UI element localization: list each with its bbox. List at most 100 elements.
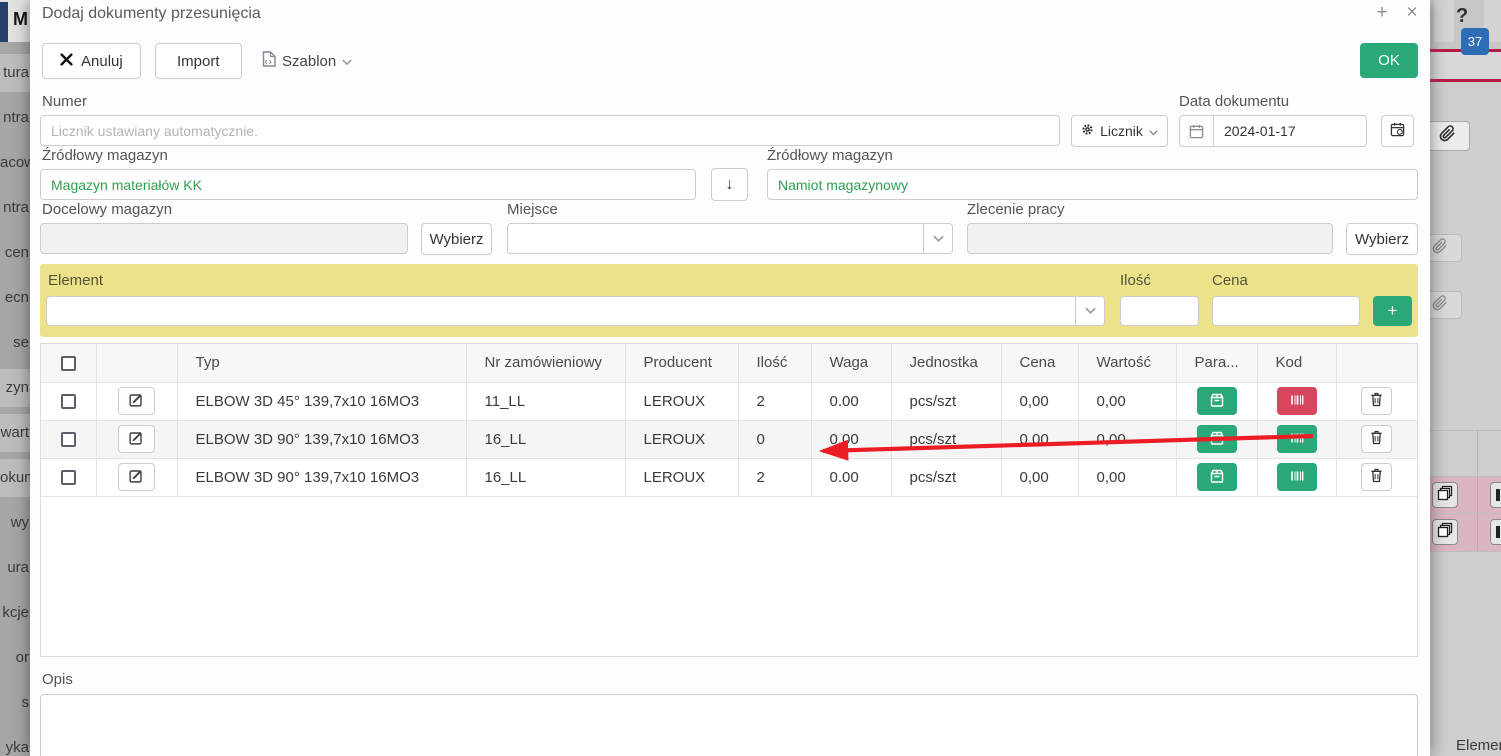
chevron-down-icon — [342, 53, 352, 70]
sidebar-item: yka — [0, 729, 30, 756]
cell-ilosc: 2 — [738, 382, 811, 420]
counter-label: Licznik — [1100, 123, 1143, 139]
arrow-down-icon: ↓ — [726, 176, 734, 194]
source-warehouse-input[interactable] — [40, 169, 696, 200]
row-checkbox[interactable] — [61, 470, 76, 485]
sidebar-item: wart — [0, 414, 30, 452]
cell-producent: LEROUX — [625, 420, 738, 458]
sidebar-item: s — [0, 684, 30, 722]
col-nr-zamowieniowy: Nr zamówieniowy — [466, 344, 625, 382]
notification-badge: 37 — [1461, 28, 1489, 55]
package-icon — [1209, 392, 1225, 411]
delete-row-button[interactable] — [1361, 387, 1392, 415]
document-date-label: Data dokumentu — [1179, 93, 1289, 110]
modal-close-icon[interactable]: × — [1402, 1, 1422, 25]
template-dropdown[interactable]: Szablon — [262, 43, 352, 79]
target-warehouse-label: Docelowy magazyn — [42, 201, 172, 218]
description-label: Opis — [42, 671, 73, 688]
pencil-icon — [129, 430, 144, 448]
edit-row-button[interactable] — [118, 387, 155, 415]
description-textarea[interactable] — [40, 694, 1418, 756]
document-date-input[interactable]: 2024-01-17 — [1179, 115, 1367, 147]
sidebar-item: ntra — [0, 99, 30, 137]
barcode-icon — [1289, 431, 1305, 448]
delete-row-button[interactable] — [1361, 463, 1392, 491]
col-producent: Producent — [625, 344, 738, 382]
cell-waga: 0.00 — [811, 458, 891, 496]
cell-jednostka: pcs/szt — [891, 458, 1001, 496]
code-button[interactable] — [1277, 387, 1317, 415]
sidebar-item: ntra — [0, 189, 30, 227]
select-all-checkbox[interactable] — [61, 356, 76, 371]
sidebar-item: zyn — [0, 369, 30, 407]
choose-work-order-button[interactable]: Wybierz — [1346, 223, 1418, 255]
code-button[interactable] — [1277, 463, 1317, 491]
cell-ilosc: 0 — [738, 420, 811, 458]
row-checkbox[interactable] — [61, 394, 76, 409]
cell-cena: 0,00 — [1001, 458, 1078, 496]
target-warehouse-input[interactable] — [40, 223, 408, 254]
counter-dropdown-button[interactable]: Licznik — [1071, 115, 1168, 147]
work-order-input[interactable] — [967, 223, 1333, 254]
element-select[interactable] — [46, 296, 1105, 326]
col-parametry: Para... — [1176, 344, 1257, 382]
import-button[interactable]: Import — [155, 43, 242, 79]
price-input[interactable] — [1212, 296, 1360, 326]
cancel-button[interactable]: Anuluj — [42, 43, 141, 79]
col-ilosc: Ilość — [738, 344, 811, 382]
choose-target-warehouse-button[interactable]: Wybierz — [421, 223, 492, 255]
background-table-row — [1430, 477, 1501, 514]
price-label: Cena — [1212, 272, 1248, 289]
delete-row-button[interactable] — [1361, 425, 1392, 453]
divider — [1430, 430, 1501, 431]
edit-row-button[interactable] — [118, 463, 155, 491]
paperclip-icon — [1432, 238, 1448, 259]
cell-wartosc: 0,00 — [1078, 382, 1176, 420]
quantity-input[interactable] — [1120, 296, 1199, 326]
trash-icon — [1370, 392, 1383, 410]
place-select[interactable] — [507, 223, 953, 254]
modal-title: Dodaj dokumenty przesunięcia — [42, 5, 261, 23]
copy-stack-icon — [1437, 522, 1453, 543]
source-warehouse-2-input[interactable] — [767, 169, 1418, 200]
gear-icon — [1081, 123, 1094, 140]
numer-input[interactable] — [40, 115, 1060, 146]
help-icon: ? — [1456, 5, 1468, 28]
col-jednostka: Jednostka — [891, 344, 1001, 382]
chevron-down-icon — [1075, 297, 1104, 325]
package-icon — [1209, 430, 1225, 449]
cancel-label: Anuluj — [81, 53, 123, 70]
quantity-label: Ilość — [1120, 272, 1151, 289]
work-order-label: Zlecenie pracy — [967, 201, 1065, 218]
parameters-button[interactable] — [1197, 387, 1237, 415]
trash-icon — [1370, 468, 1383, 486]
table-row: ELBOW 3D 90° 139,7x10 16MO3 16_LL LEROUX… — [41, 458, 1417, 496]
sidebar-item: or — [0, 639, 30, 677]
cell-jednostka: pcs/szt — [891, 382, 1001, 420]
cell-typ: ELBOW 3D 45° 139,7x10 16MO3 — [177, 382, 466, 420]
pencil-icon — [129, 468, 144, 486]
col-cena: Cena — [1001, 344, 1078, 382]
document-date-value: 2024-01-17 — [1214, 123, 1296, 139]
trash-icon — [1370, 430, 1383, 448]
modal-add-icon[interactable]: + — [1372, 1, 1392, 25]
row-checkbox[interactable] — [61, 432, 76, 447]
ok-button[interactable]: OK — [1360, 43, 1418, 78]
col-wartosc: Wartość — [1078, 344, 1176, 382]
copy-button — [1432, 482, 1458, 508]
stripe-gap — [1430, 52, 1501, 79]
attachment-button — [1430, 291, 1462, 319]
swap-warehouses-button[interactable]: ↓ — [711, 168, 748, 201]
background-button — [1490, 519, 1501, 545]
add-element-button[interactable]: + — [1373, 296, 1412, 326]
attachment-button — [1430, 121, 1470, 151]
edit-row-button[interactable] — [118, 425, 155, 453]
copy-stack-icon — [1437, 485, 1453, 506]
sidebar-item: okum — [0, 459, 30, 497]
cell-cena: 0,00 — [1001, 382, 1078, 420]
calendar-picker-button[interactable] — [1381, 115, 1414, 147]
code-button[interactable] — [1277, 425, 1317, 453]
paperclip-icon — [1432, 295, 1448, 316]
parameters-button[interactable] — [1197, 425, 1237, 453]
parameters-button[interactable] — [1197, 463, 1237, 491]
